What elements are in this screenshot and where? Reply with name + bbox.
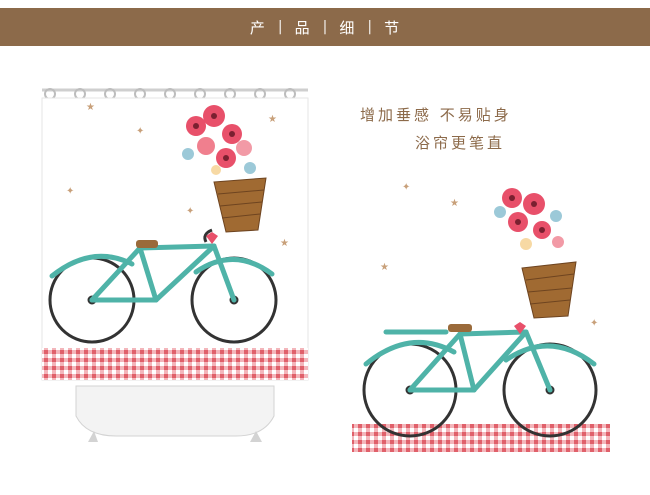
svg-text:✦: ✦ (136, 126, 144, 137)
bicycle-closeup-image: ✦ ★ ✦ ★ (350, 176, 615, 454)
wicker-basket (521, 261, 577, 319)
svg-text:★: ★ (86, 102, 95, 113)
header-char-2: 品 (294, 18, 311, 37)
svg-text:★: ★ (268, 114, 277, 125)
flower-bouquet (494, 188, 564, 250)
svg-text:✦: ✦ (590, 318, 598, 329)
bicycle-closeup-illustration: ✦ ★ ✦ ★ (352, 182, 610, 452)
shower-curtain-illustration: ★ ✦ ★ ✦ ★ ✦ (41, 88, 309, 442)
bathtub (75, 385, 275, 442)
header-char-3: 细 (339, 18, 356, 37)
header-char-1: 产 (249, 18, 266, 37)
svg-text:★: ★ (280, 238, 289, 249)
header-divider: | (322, 19, 328, 35)
header-divider: | (277, 19, 283, 35)
section-header-bar: 产 | 品 | 细 | 节 (0, 8, 650, 46)
shower-curtain-image: ★ ✦ ★ ✦ ★ ✦ (36, 86, 314, 446)
svg-text:✦: ✦ (402, 182, 410, 193)
svg-text:★: ★ (450, 198, 459, 209)
tagline-line-2: 浴帘更笔直 (415, 134, 506, 152)
header-divider: | (367, 19, 373, 35)
header-char-4: 节 (384, 18, 401, 37)
svg-text:★: ★ (380, 262, 389, 273)
tagline-line-1: 增加垂感 不易贴身 (360, 106, 512, 124)
svg-text:✦: ✦ (66, 186, 74, 197)
svg-text:✦: ✦ (186, 206, 194, 217)
